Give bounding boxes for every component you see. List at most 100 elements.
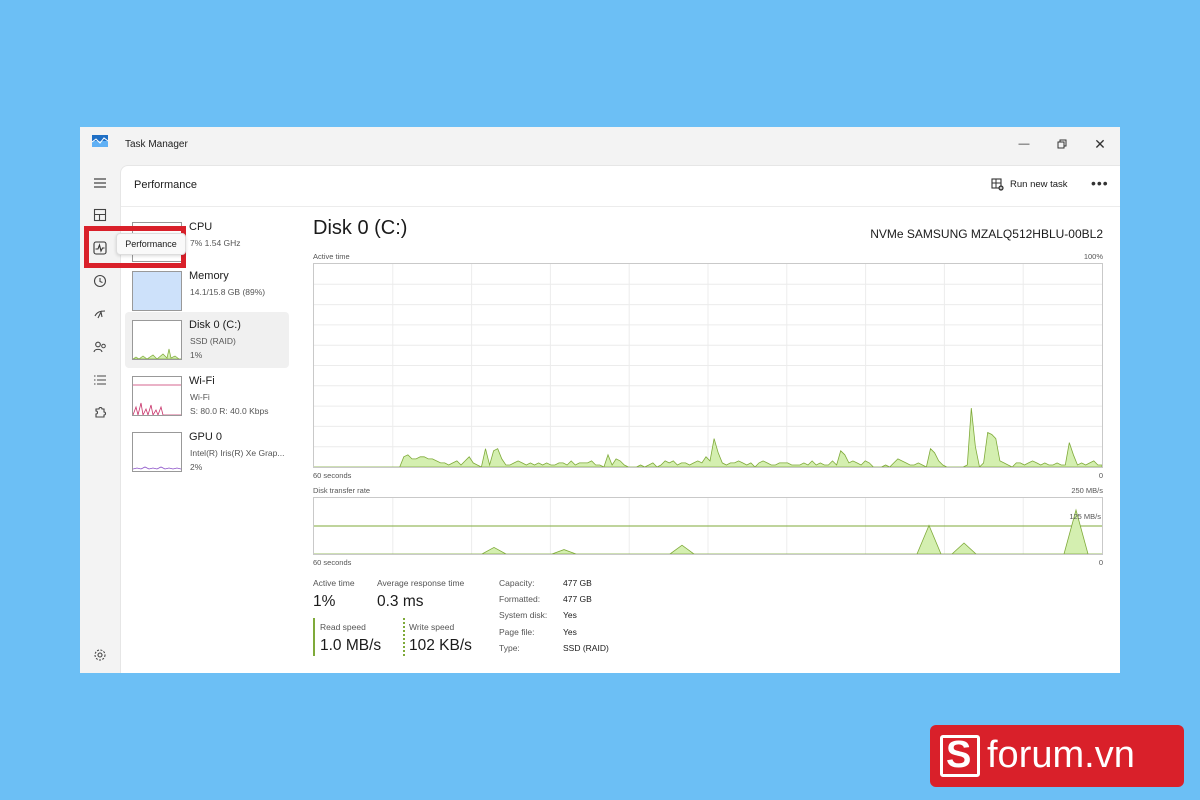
page-header: Performance Run new task ••• bbox=[121, 166, 1120, 207]
transfer-rate-plot bbox=[314, 498, 1102, 555]
active-time-x-left: 60 seconds bbox=[313, 471, 352, 480]
task-manager-window: Task Manager — ✕ Performance Run new tas… bbox=[80, 127, 1120, 673]
disk-title: Disk 0 (C:) bbox=[313, 217, 408, 239]
avg-response-stat-value: 0.3 ms bbox=[377, 593, 424, 610]
menu-icon bbox=[94, 178, 106, 188]
resource-disk-0[interactable]: Disk 0 (C:) SSD (RAID) 1% bbox=[125, 312, 289, 368]
capacity-value: 477 GB bbox=[563, 578, 592, 588]
page-title: Performance bbox=[134, 179, 197, 191]
resource-list: CPU 7% 1.54 GHz Memory 14.1/15.8 GB (89%… bbox=[121, 207, 291, 673]
resource-gpu-0[interactable]: GPU 0 Intel(R) Iris(R) Xe Grap... 2% bbox=[125, 424, 289, 480]
capacity-label: Capacity: bbox=[499, 578, 535, 588]
run-new-task-label: Run new task bbox=[1010, 179, 1068, 190]
transfer-rate-graph bbox=[313, 497, 1103, 555]
title-bar: Task Manager — ✕ bbox=[80, 127, 1120, 165]
sforum-logo: S forum.vn bbox=[930, 725, 1184, 787]
transfer-mid-label: 125 MB/s bbox=[1069, 512, 1101, 521]
active-time-stat-label: Active time bbox=[313, 578, 355, 588]
transfer-spike bbox=[916, 524, 942, 555]
active-time-max-label: 100% bbox=[1083, 252, 1103, 261]
nav-app-history[interactable] bbox=[88, 269, 112, 293]
restore-icon bbox=[1057, 139, 1067, 149]
run-task-icon bbox=[991, 178, 1004, 191]
resource-memory[interactable]: Memory 14.1/15.8 GB (89%) bbox=[125, 263, 289, 319]
resource-detail: SSD (RAID) bbox=[190, 336, 236, 346]
active-time-graph bbox=[313, 263, 1103, 468]
write-speed-label: Write speed bbox=[409, 622, 455, 632]
resource-name: Wi-Fi bbox=[189, 375, 215, 387]
memory-thumbnail bbox=[132, 271, 182, 311]
resource-usage: S: 80.0 R: 40.0 Kbps bbox=[190, 406, 269, 416]
active-time-stat-value: 1% bbox=[313, 593, 336, 610]
resource-wifi[interactable]: Wi-Fi Wi-Fi S: 80.0 R: 40.0 Kbps bbox=[125, 368, 289, 424]
services-puzzle-icon bbox=[95, 406, 107, 418]
disk-model: NVMe SAMSUNG MZALQ512HBLU-00BL2 bbox=[870, 227, 1103, 241]
processes-icon bbox=[93, 208, 107, 222]
logo-text: forum.vn bbox=[987, 734, 1135, 776]
nav-services[interactable] bbox=[88, 400, 112, 424]
resource-name: CPU bbox=[189, 221, 213, 233]
nav-users[interactable] bbox=[88, 335, 112, 359]
maximize-button[interactable] bbox=[1046, 133, 1078, 155]
page-file-value: Yes bbox=[563, 627, 577, 637]
system-disk-label: System disk: bbox=[499, 610, 548, 620]
window-title: Task Manager bbox=[125, 139, 188, 150]
logo-letter: S bbox=[946, 734, 972, 776]
transfer-spike bbox=[668, 544, 696, 555]
sforum-logo-mark: S bbox=[940, 734, 980, 777]
performance-tooltip: Performance bbox=[116, 233, 186, 255]
close-button[interactable]: ✕ bbox=[1084, 133, 1116, 155]
task-manager-app-icon bbox=[92, 135, 108, 147]
disk-thumbnail bbox=[132, 320, 182, 360]
transfer-x-right: 0 bbox=[1098, 558, 1103, 567]
startup-icon bbox=[94, 310, 106, 319]
resource-name: Memory bbox=[189, 270, 229, 282]
resource-name: GPU 0 bbox=[189, 431, 223, 443]
read-speed-label: Read speed bbox=[320, 622, 366, 632]
nav-details[interactable] bbox=[88, 368, 112, 392]
wifi-mini-graph bbox=[133, 384, 181, 415]
transfer-x-left: 60 seconds bbox=[313, 558, 352, 567]
nav-processes[interactable] bbox=[88, 203, 112, 227]
hamburger-menu-button[interactable] bbox=[88, 171, 112, 195]
active-time-x-right: 0 bbox=[1098, 471, 1103, 480]
formatted-value: 477 GB bbox=[563, 594, 592, 604]
read-speed-marker bbox=[313, 618, 315, 656]
resource-detail: 7% 1.54 GHz bbox=[190, 238, 241, 248]
wifi-thumbnail bbox=[132, 376, 182, 416]
history-icon bbox=[93, 274, 107, 288]
transfer-spike bbox=[950, 542, 978, 555]
nav-settings[interactable] bbox=[88, 643, 112, 667]
transfer-max-label: 250 MB/s bbox=[1071, 486, 1103, 495]
details-list-icon bbox=[94, 375, 106, 385]
formatted-label: Formatted: bbox=[499, 594, 541, 604]
users-icon bbox=[93, 341, 106, 353]
page-file-label: Page file: bbox=[499, 627, 535, 637]
resource-usage: 2% bbox=[190, 462, 203, 472]
more-options-button[interactable]: ••• bbox=[1091, 175, 1109, 191]
type-label: Type: bbox=[499, 643, 520, 653]
content-pane: Performance Run new task ••• CPU 7% 1.54… bbox=[120, 165, 1120, 673]
resource-name: Disk 0 (C:) bbox=[189, 319, 241, 331]
write-speed-marker bbox=[403, 618, 405, 656]
minimize-button[interactable]: — bbox=[1008, 133, 1040, 155]
transfer-spike bbox=[551, 549, 577, 555]
avg-response-stat-label: Average response time bbox=[377, 578, 465, 588]
gear-icon bbox=[94, 649, 106, 661]
active-time-plot bbox=[314, 264, 1103, 468]
disk-detail-panel: Disk 0 (C:) NVMe SAMSUNG MZALQ512HBLU-00… bbox=[313, 207, 1113, 667]
nav-startup-apps[interactable] bbox=[88, 302, 112, 326]
transfer-graph-label: Disk transfer rate bbox=[313, 486, 371, 495]
run-new-task-button[interactable]: Run new task bbox=[991, 178, 1068, 191]
active-time-graph-label: Active time bbox=[313, 252, 350, 261]
resource-detail: Intel(R) Iris(R) Xe Grap... bbox=[190, 448, 285, 458]
write-speed-value: 102 KB/s bbox=[409, 637, 472, 654]
resource-usage: 1% bbox=[190, 350, 203, 360]
type-value: SSD (RAID) bbox=[563, 643, 609, 653]
gpu-mini-graph bbox=[133, 466, 181, 470]
system-disk-value: Yes bbox=[563, 610, 577, 620]
gpu-thumbnail bbox=[132, 432, 182, 472]
transfer-spike bbox=[481, 546, 507, 555]
disk-mini-graph bbox=[133, 348, 181, 359]
read-speed-value: 1.0 MB/s bbox=[320, 637, 382, 654]
